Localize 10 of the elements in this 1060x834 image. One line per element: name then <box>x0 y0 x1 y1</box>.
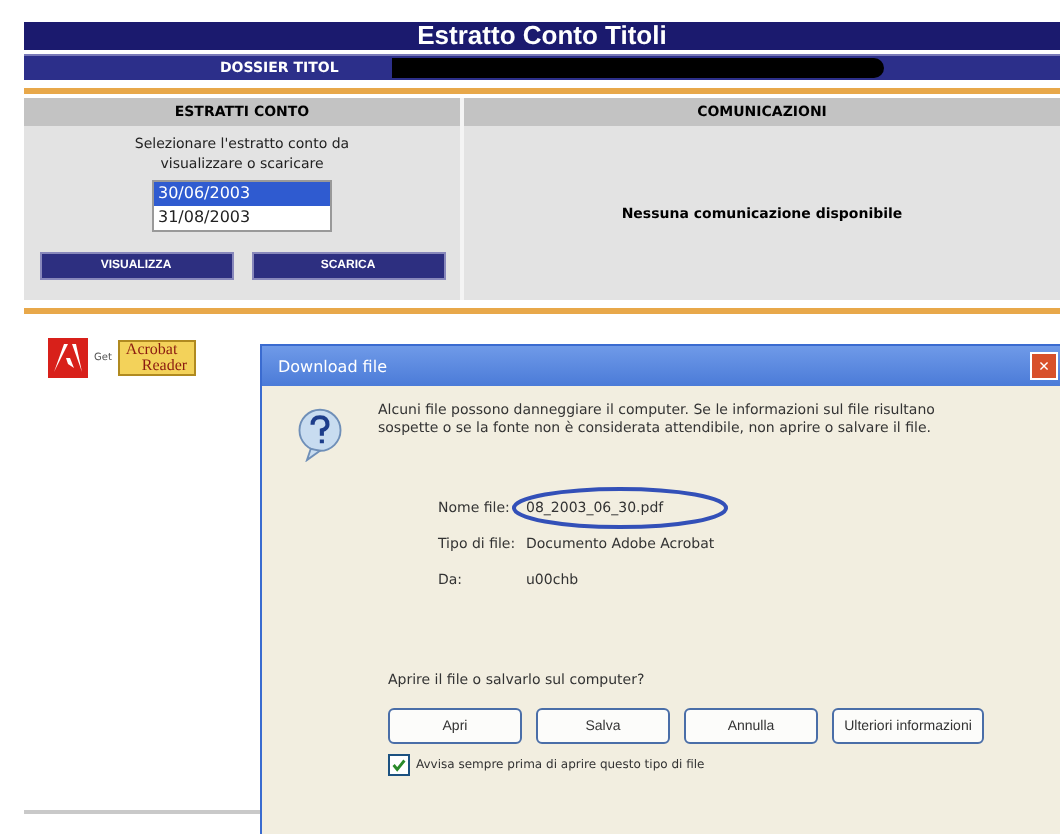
close-button[interactable]: × <box>1030 352 1058 380</box>
date-listbox[interactable]: 30/06/2003 31/08/2003 <box>152 180 332 232</box>
adobe-logo-icon <box>48 338 88 378</box>
reader-label: Reader <box>139 358 188 374</box>
date-option[interactable]: 31/08/2003 <box>154 206 330 230</box>
dialog-title: Download file <box>278 357 387 375</box>
page-title: Estratto Conto Titoli <box>24 22 1060 50</box>
acrobat-label: Acrobat <box>125 342 180 358</box>
date-option[interactable]: 30/06/2003 <box>154 182 330 206</box>
checkbox[interactable] <box>388 754 410 776</box>
